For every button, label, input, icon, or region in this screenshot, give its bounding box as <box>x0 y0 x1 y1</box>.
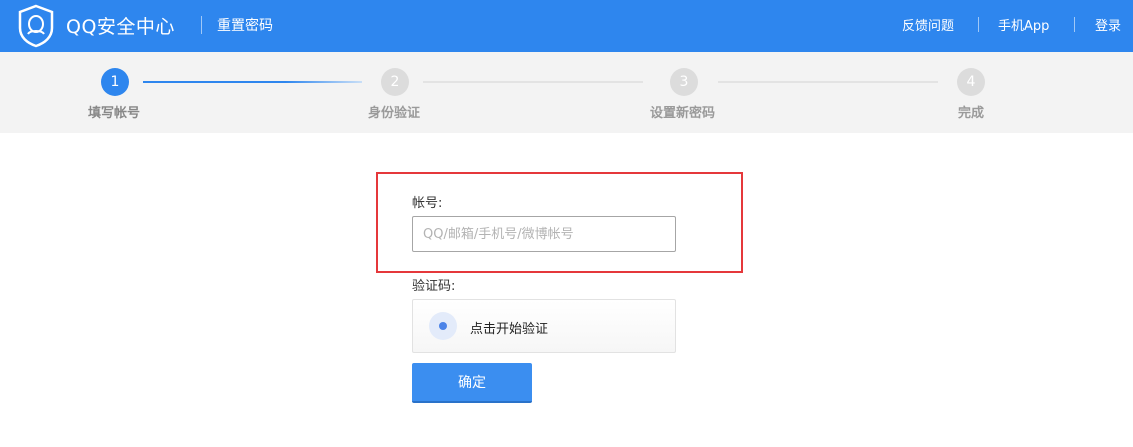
step-3-circle: 3 <box>670 68 698 96</box>
step-connector <box>718 81 938 83</box>
feedback-link[interactable]: 反馈问题 <box>902 15 954 34</box>
top-header: QQ安全中心 重置密码 反馈问题 手机App 登录 <box>0 0 1133 52</box>
captcha-prompt: 点击开始验证 <box>470 322 549 337</box>
step-4-label: 完成 <box>958 106 985 121</box>
qq-shield-logo-icon <box>17 4 55 48</box>
captcha-label: 验证码: <box>412 279 456 294</box>
captcha-radio-icon <box>429 312 457 340</box>
step-connector <box>423 81 643 83</box>
captcha-widget[interactable]: 点击开始验证 <box>412 299 676 353</box>
step-1-label: 填写帐号 <box>88 106 141 121</box>
mobile-app-link[interactable]: 手机App <box>998 15 1049 34</box>
nav-divider <box>1074 17 1075 32</box>
account-label: 帐号: <box>412 196 443 211</box>
login-link[interactable]: 登录 <box>1095 15 1121 34</box>
account-input[interactable] <box>412 216 676 252</box>
brand-title: QQ安全中心 <box>66 16 175 38</box>
step-3-label: 设置新密码 <box>650 106 716 121</box>
nav-divider <box>978 17 979 32</box>
submit-button[interactable]: 确定 <box>412 363 532 403</box>
header-divider <box>201 16 202 34</box>
step-connector <box>143 81 362 83</box>
step-1-circle: 1 <box>101 68 129 96</box>
page-subtitle: 重置密码 <box>217 18 273 34</box>
step-2-circle: 2 <box>381 68 409 96</box>
step-2-label: 身份验证 <box>368 106 421 121</box>
captcha-dot <box>439 322 447 330</box>
progress-steps: 1 填写帐号 2 身份验证 3 设置新密码 4 完成 <box>0 52 1133 133</box>
step-4-circle: 4 <box>957 68 985 96</box>
